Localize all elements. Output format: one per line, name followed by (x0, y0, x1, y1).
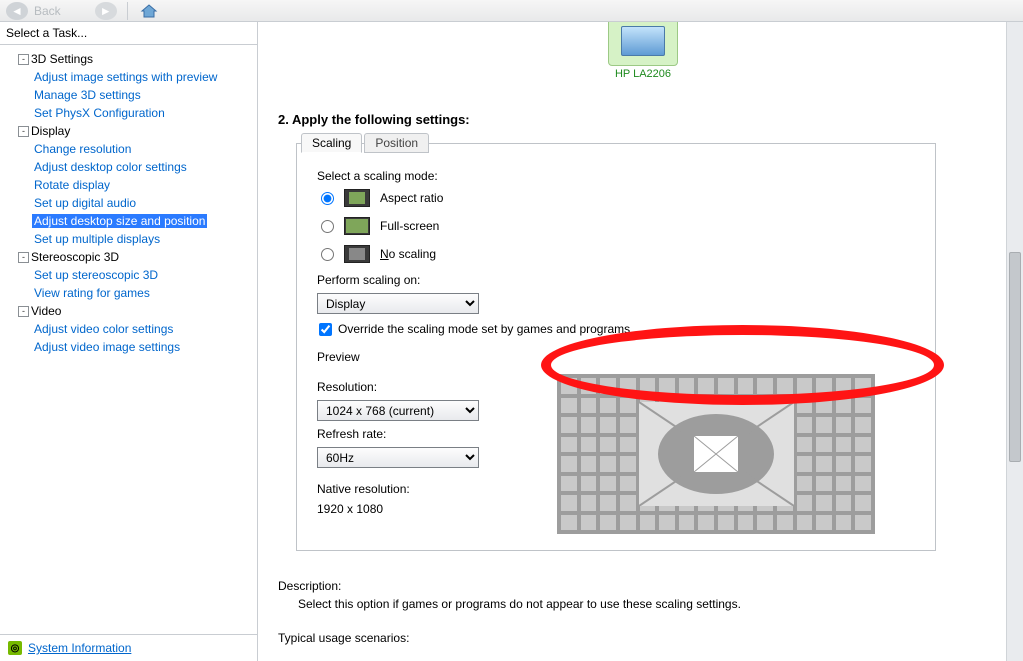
tree-toggle[interactable]: - (18, 252, 29, 263)
tree-item[interactable]: Change resolution (32, 142, 133, 156)
radio-full-screen[interactable] (321, 220, 334, 233)
tree-toggle[interactable]: - (18, 306, 29, 317)
tree-item[interactable]: View rating for games (32, 286, 152, 300)
tree-item[interactable]: Adjust desktop color settings (32, 160, 189, 174)
tree-item[interactable]: Adjust video color settings (32, 322, 175, 336)
task-tree: -3D Settings Adjust image settings with … (4, 51, 255, 355)
tab-position[interactable]: Position (364, 133, 429, 153)
tree-item[interactable]: Set up multiple displays (32, 232, 162, 246)
radio-no-scaling[interactable] (321, 248, 334, 261)
home-button[interactable] (138, 2, 160, 20)
description-text: Select this option if games or programs … (298, 597, 966, 611)
perform-on-select[interactable]: Display (317, 293, 479, 314)
tree-group-label: Video (31, 303, 61, 319)
radio-label: No scaling (380, 247, 436, 261)
tree-group-label: 3D Settings (31, 51, 93, 67)
monitor-preview[interactable]: HP LA2206 (583, 22, 703, 80)
tree-item-selected[interactable]: Adjust desktop size and position (32, 214, 207, 228)
content: HP LA2206 2. Apply the following setting… (258, 22, 1006, 661)
tree-item[interactable]: Set PhysX Configuration (32, 106, 167, 120)
toolbar: ◄ Back ► (0, 0, 1023, 22)
toolbar-separator (127, 2, 128, 20)
tree-toggle[interactable]: - (18, 126, 29, 137)
tab-scaling[interactable]: Scaling (301, 133, 362, 153)
system-information[interactable]: ◎ System Information (0, 634, 257, 661)
tree-item[interactable]: Rotate display (32, 178, 112, 192)
mode-none-icon (344, 245, 370, 263)
mode-aspect-icon (344, 189, 370, 207)
scrollbar[interactable] (1006, 22, 1023, 661)
tree-group-label: Stereoscopic 3D (31, 249, 119, 265)
native-res-value: 1920 x 1080 (317, 502, 517, 516)
radio-label: Aspect ratio (380, 191, 443, 205)
perform-on-label: Perform scaling on: (317, 273, 915, 287)
scenarios-heading: Typical usage scenarios: (278, 631, 966, 645)
tree-item[interactable]: Adjust image settings with preview (32, 70, 219, 84)
settings-panel: Scaling Position Select a scaling mode: … (296, 143, 936, 551)
back-label: Back (34, 4, 61, 18)
mode-full-icon (344, 217, 370, 235)
refresh-select[interactable]: 60Hz (317, 447, 479, 468)
native-res-label: Native resolution: (317, 482, 517, 496)
forward-button[interactable]: ► (95, 2, 117, 20)
sidebar-header: Select a Task... (0, 22, 257, 45)
step-heading: 2. Apply the following settings: (278, 112, 966, 127)
refresh-label: Refresh rate: (317, 427, 517, 441)
test-pattern-overlay-icon (639, 402, 794, 506)
radio-aspect-ratio[interactable] (321, 192, 334, 205)
test-pattern-preview: document.write(Array.from({length:128}).… (557, 374, 875, 534)
nvidia-icon: ◎ (8, 641, 22, 655)
tree-item[interactable]: Manage 3D settings (32, 88, 143, 102)
tree-item[interactable]: Adjust video image settings (32, 340, 182, 354)
back-button[interactable]: ◄ (6, 2, 28, 20)
tree-item[interactable]: Set up stereoscopic 3D (32, 268, 160, 282)
scrollbar-thumb[interactable] (1009, 252, 1021, 462)
description-heading: Description: (278, 579, 966, 593)
system-information-link[interactable]: System Information (28, 641, 131, 655)
tree-item[interactable]: Set up digital audio (32, 196, 138, 210)
monitor-icon (621, 26, 665, 56)
resolution-label: Resolution: (317, 380, 517, 394)
monitor-label: HP LA2206 (583, 68, 703, 80)
sidebar: Select a Task... -3D Settings Adjust ima… (0, 22, 258, 661)
override-label: Override the scaling mode set by games a… (338, 322, 630, 336)
preview-header: Preview (317, 350, 915, 364)
resolution-select[interactable]: 1024 x 768 (current) (317, 400, 479, 421)
radio-label: Full-screen (380, 219, 439, 233)
scaling-mode-label: Select a scaling mode: (317, 169, 915, 183)
tree-group-label: Display (31, 123, 70, 139)
tree-toggle[interactable]: - (18, 54, 29, 65)
override-checkbox[interactable] (319, 323, 332, 336)
